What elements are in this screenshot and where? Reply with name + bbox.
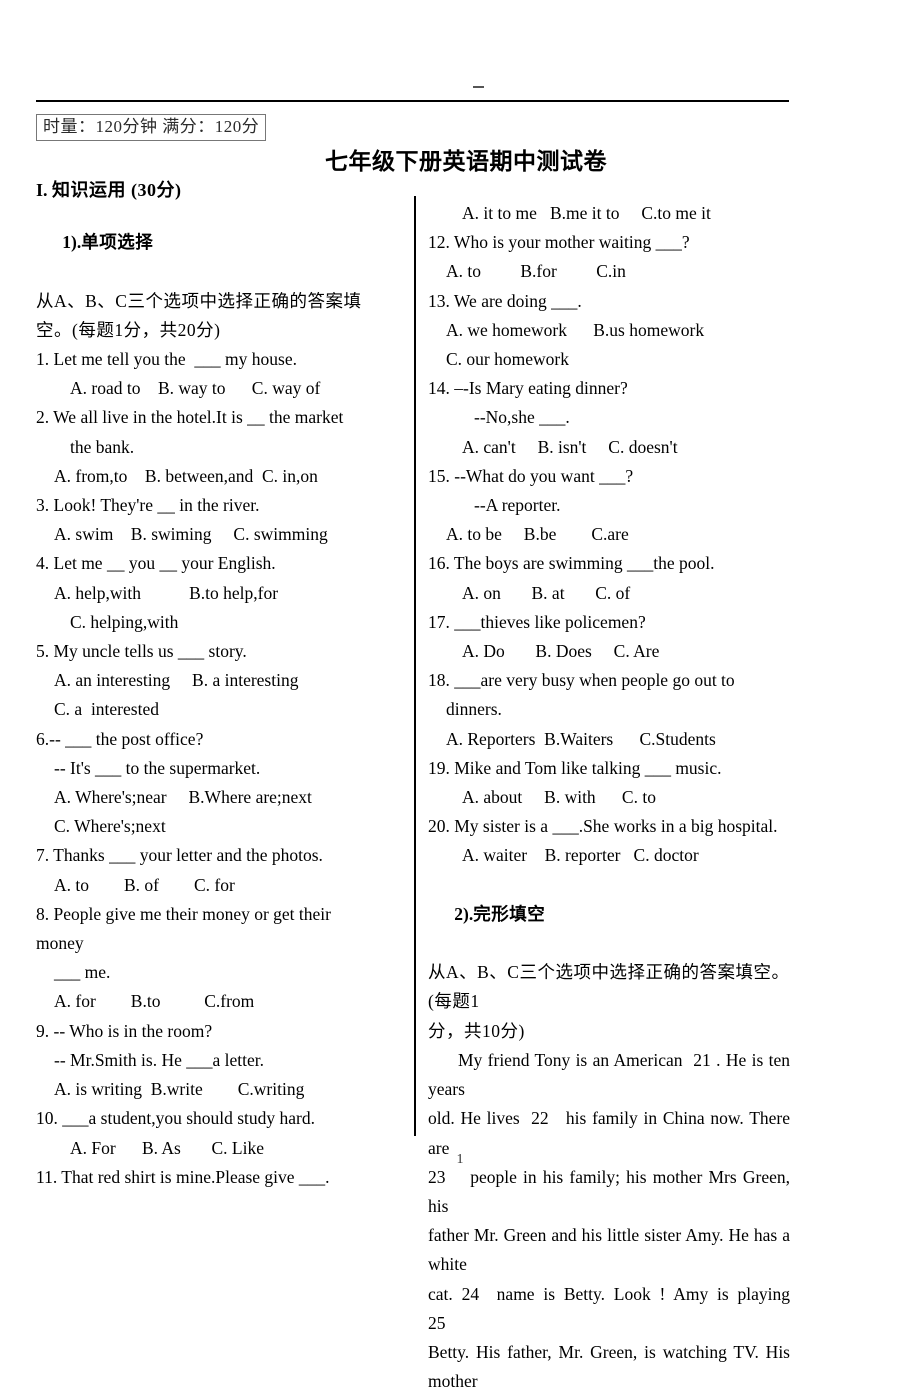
- question-line: 18. ___are very busy when people go out …: [428, 670, 735, 691]
- section-label: 知识运用 (30分): [52, 180, 182, 200]
- option-line: A. for B.to C.from: [54, 991, 255, 1012]
- cloze-line: My friend Tony is an American 21 . He is…: [428, 1046, 790, 1104]
- option-line: A. from,to B. between,and C. in,on: [54, 465, 318, 486]
- time-and-score-box: 时量：120分钟 满分：120分: [36, 114, 267, 141]
- option-line: A. on B. at C. of: [462, 582, 631, 603]
- right-column: A. it to me B.me it to C.to me it 12. Wh…: [428, 199, 790, 1396]
- part1-heading-number: 1).: [62, 232, 82, 253]
- part2-heading-label: 完形填空: [473, 903, 546, 924]
- cloze-line: father Mr. Green and his little sister A…: [428, 1225, 795, 1275]
- left-column: 1).单项选择 从A、B、C三个选项中选择正确的答案填 空。(每题1分，共20分…: [36, 199, 408, 1192]
- question-line: 3. Look! They're __ in the river.: [36, 495, 260, 516]
- column-divider: [414, 196, 416, 1136]
- option-line: A. Where's;near B.Where are;next: [54, 787, 312, 808]
- question-line: 19. Mike and Tom like talking ___ music.: [428, 757, 722, 778]
- question-line: 7. Thanks ___ your letter and the photos…: [36, 845, 323, 866]
- question-line: 4. Let me __ you __ your English.: [36, 553, 276, 574]
- part1-heading: 1).单项选择: [36, 199, 408, 287]
- part2-instruction-line-1: 从A、B、C三个选项中选择正确的答案填空。(每题1: [428, 962, 790, 1012]
- option-line: A. Reporters B.Waiters C.Students: [446, 728, 716, 749]
- question-line: 1. Let me tell you the ___ my house.: [36, 349, 297, 370]
- cloze-line-text: My friend Tony is an American 21 . He is…: [428, 1049, 795, 1100]
- question-continuation-line: ___ me.: [54, 962, 111, 983]
- question-continuation-line: money: [36, 933, 84, 954]
- part2-heading-number: 2).: [454, 903, 474, 924]
- question-line: 16. The boys are swimming ___the pool.: [428, 553, 715, 574]
- question-line: 9. -- Who is in the room?: [36, 1020, 213, 1041]
- option-line: A. is writing B.write C.writing: [54, 1079, 305, 1100]
- question-line: 2. We all live in the hotel.It is __ the…: [36, 407, 344, 428]
- header-horizontal-rule: [36, 100, 789, 102]
- option-line: A. it to me B.me it to C.to me it: [462, 203, 711, 223]
- question-line: 8. People give me their money or get the…: [36, 903, 331, 924]
- option-line: A. to B.for C.in: [446, 261, 626, 282]
- question-line: 13. We are doing ___.: [428, 290, 582, 311]
- exam-paper-page: 时量：120分钟 满分：120分 七年级下册英语期中测试卷 I. 知识运用 (3…: [0, 0, 920, 1391]
- cloze-line: Betty. His father, Mr. Green, is watchin…: [428, 1341, 795, 1392]
- option-line: A. road to B. way to C. way of: [70, 378, 321, 399]
- option-line: A. waiter B. reporter C. doctor: [462, 845, 699, 866]
- header-dash-mark: [473, 86, 484, 88]
- option-line: A. can't B. isn't C. doesn't: [462, 436, 678, 457]
- option-line: A. to B. of C. for: [54, 874, 235, 895]
- question-line: 17. ___thieves like policemen?: [428, 611, 646, 632]
- question-line: 12. Who is your mother waiting ___?: [428, 232, 690, 253]
- option-line: A. to be B.be C.are: [446, 524, 629, 545]
- page-number: 1: [456, 1152, 464, 1167]
- option-line: A. we homework B.us homework: [446, 319, 705, 340]
- question-line: 10. ___a student,you should study hard.: [36, 1108, 316, 1129]
- section-number: I.: [36, 180, 48, 200]
- question-continuation-line: dinners.: [446, 699, 502, 720]
- cloze-line: cat. 24 name is Betty. Look ! Amy is pla…: [428, 1283, 821, 1333]
- question-continuation-line: --No,she ___.: [474, 407, 570, 428]
- question-continuation-line: --A reporter.: [474, 495, 561, 516]
- cloze-line: 23 people in his family; his mother Mrs …: [428, 1166, 795, 1216]
- option-line: A. about B. with C. to: [462, 787, 656, 808]
- option-line: C. Where's;next: [54, 816, 166, 837]
- question-continuation-line: -- It's ___ to the supermarket.: [54, 757, 261, 778]
- option-line: C. helping,with: [70, 611, 179, 632]
- option-line: A. Do B. Does C. Are: [462, 641, 660, 662]
- part1-instruction-line-1: 从A、B、C三个选项中选择正确的答案填: [36, 290, 362, 311]
- question-continuation-line: the bank.: [70, 436, 135, 457]
- question-line: 5. My uncle tells us ___ story.: [36, 641, 247, 662]
- cloze-passage: My friend Tony is an American 21 . He is…: [428, 1046, 790, 1396]
- option-line: C. our homework: [446, 349, 569, 370]
- part1-instruction-line-2: 空。(每题1分，共20分): [36, 319, 221, 340]
- page-title: 七年级下册英语期中测试卷: [325, 149, 607, 174]
- option-line: A. help,with B.to help,for: [54, 582, 279, 603]
- question-line: 6.-- ___ the post office?: [36, 728, 204, 749]
- option-line: A. an interesting B. a interesting: [54, 670, 299, 691]
- part2-heading: 2).完形填空: [428, 871, 790, 959]
- part1-heading-label: 单项选择: [81, 232, 154, 253]
- question-line: 15. --What do you want ___?: [428, 465, 634, 486]
- question-line: 20. My sister is a ___.She works in a bi…: [428, 816, 778, 837]
- question-continuation-line: -- Mr.Smith is. He ___a letter.: [54, 1049, 264, 1070]
- part2-instruction-line-2: 分，共10分): [428, 1020, 525, 1041]
- option-line: A. swim B. swiming C. swimming: [54, 524, 328, 545]
- option-line: C. a interested: [54, 699, 159, 720]
- question-line: 14. –-Is Mary eating dinner?: [428, 378, 628, 399]
